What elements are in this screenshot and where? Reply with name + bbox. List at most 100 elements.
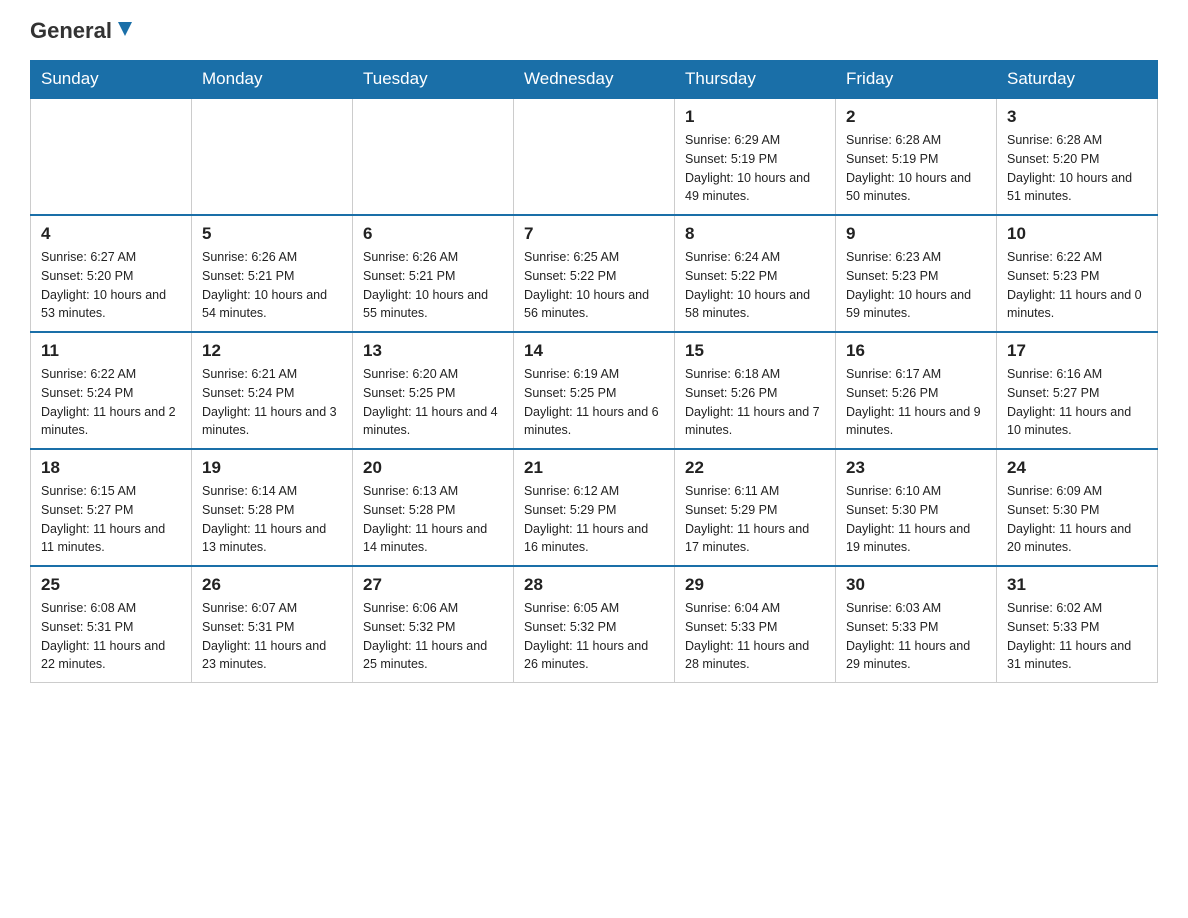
calendar-cell: 31 Sunrise: 6:02 AMSunset: 5:33 PMDayligh… (997, 566, 1158, 683)
day-number: 3 (1007, 107, 1147, 127)
day-number: 21 (524, 458, 664, 478)
calendar-cell (192, 98, 353, 215)
day-number: 8 (685, 224, 825, 244)
calendar-cell: 21Sunrise: 6:12 AMSunset: 5:29 PMDayligh… (514, 449, 675, 566)
day-info: Sunrise: 6:08 AMSunset: 5:31 PMDaylight:… (41, 599, 181, 674)
day-info: Sunrise: 6:29 AMSunset: 5:19 PMDaylight:… (685, 131, 825, 206)
logo-arrow-icon (114, 18, 136, 40)
day-info: Sunrise: 6:18 AMSunset: 5:26 PMDaylight:… (685, 365, 825, 440)
day-number: 30 (846, 575, 986, 595)
day-number: 12 (202, 341, 342, 361)
day-info: Sunrise: 6:10 AMSunset: 5:30 PMDaylight:… (846, 482, 986, 557)
calendar-cell: 24Sunrise: 6:09 AMSunset: 5:30 PMDayligh… (997, 449, 1158, 566)
day-number: 6 (363, 224, 503, 244)
calendar-cell: 6Sunrise: 6:26 AMSunset: 5:21 PMDaylight… (353, 215, 514, 332)
calendar-cell: 27 Sunrise: 6:06 AMSunset: 5:32 PMDayligh… (353, 566, 514, 683)
day-number: 2 (846, 107, 986, 127)
day-info: Sunrise: 6:02 AMSunset: 5:33 PMDaylight:… (1007, 599, 1147, 674)
day-info: Sunrise: 6:20 AMSunset: 5:25 PMDaylight:… (363, 365, 503, 440)
calendar-cell (514, 98, 675, 215)
calendar-cell: 18Sunrise: 6:15 AMSunset: 5:27 PMDayligh… (31, 449, 192, 566)
day-number: 7 (524, 224, 664, 244)
day-info: Sunrise: 6:25 AMSunset: 5:22 PMDaylight:… (524, 248, 664, 323)
calendar-cell: 22 Sunrise: 6:11 AMSunset: 5:29 PMDayligh… (675, 449, 836, 566)
day-number: 27 (363, 575, 503, 595)
day-info: Sunrise: 6:14 AMSunset: 5:28 PMDaylight:… (202, 482, 342, 557)
calendar-cell: 8 Sunrise: 6:24 AMSunset: 5:22 PMDaylight… (675, 215, 836, 332)
day-number: 13 (363, 341, 503, 361)
day-number: 22 (685, 458, 825, 478)
day-info: Sunrise: 6:19 AMSunset: 5:25 PMDaylight:… (524, 365, 664, 440)
calendar-week-row: 1Sunrise: 6:29 AMSunset: 5:19 PMDaylight… (31, 98, 1158, 215)
calendar-cell (31, 98, 192, 215)
day-number: 31 (1007, 575, 1147, 595)
day-number: 14 (524, 341, 664, 361)
day-info: Sunrise: 6:24 AMSunset: 5:22 PMDaylight:… (685, 248, 825, 323)
day-info: Sunrise: 6:05 AMSunset: 5:32 PMDaylight:… (524, 599, 664, 674)
day-info: Sunrise: 6:28 AMSunset: 5:20 PMDaylight:… (1007, 131, 1147, 206)
day-of-week-header: Saturday (997, 61, 1158, 99)
day-number: 26 (202, 575, 342, 595)
calendar-week-row: 18Sunrise: 6:15 AMSunset: 5:27 PMDayligh… (31, 449, 1158, 566)
day-number: 29 (685, 575, 825, 595)
calendar-cell: 19 Sunrise: 6:14 AMSunset: 5:28 PMDayligh… (192, 449, 353, 566)
calendar-cell: 5 Sunrise: 6:26 AMSunset: 5:21 PMDaylight… (192, 215, 353, 332)
calendar-cell (353, 98, 514, 215)
calendar-cell: 30 Sunrise: 6:03 AMSunset: 5:33 PMDayligh… (836, 566, 997, 683)
calendar-cell: 2 Sunrise: 6:28 AMSunset: 5:19 PMDaylight… (836, 98, 997, 215)
calendar-table: SundayMondayTuesdayWednesdayThursdayFrid… (30, 60, 1158, 683)
calendar-week-row: 11Sunrise: 6:22 AMSunset: 5:24 PMDayligh… (31, 332, 1158, 449)
day-info: Sunrise: 6:22 AMSunset: 5:23 PMDaylight:… (1007, 248, 1147, 323)
day-info: Sunrise: 6:04 AMSunset: 5:33 PMDaylight:… (685, 599, 825, 674)
day-info: Sunrise: 6:21 AMSunset: 5:24 PMDaylight:… (202, 365, 342, 440)
logo-text-general: General (30, 20, 112, 42)
calendar-cell: 10 Sunrise: 6:22 AMSunset: 5:23 PMDayligh… (997, 215, 1158, 332)
day-number: 20 (363, 458, 503, 478)
day-of-week-header: Monday (192, 61, 353, 99)
logo: General (30, 20, 136, 40)
calendar-cell: 23 Sunrise: 6:10 AMSunset: 5:30 PMDayligh… (836, 449, 997, 566)
calendar-cell: 1Sunrise: 6:29 AMSunset: 5:19 PMDaylight… (675, 98, 836, 215)
calendar-cell: 16 Sunrise: 6:17 AMSunset: 5:26 PMDayligh… (836, 332, 997, 449)
day-number: 18 (41, 458, 181, 478)
calendar-week-row: 4 Sunrise: 6:27 AMSunset: 5:20 PMDaylight… (31, 215, 1158, 332)
day-number: 19 (202, 458, 342, 478)
day-of-week-header: Tuesday (353, 61, 514, 99)
calendar-header-row: SundayMondayTuesdayWednesdayThursdayFrid… (31, 61, 1158, 99)
day-number: 25 (41, 575, 181, 595)
calendar-cell: 14 Sunrise: 6:19 AMSunset: 5:25 PMDayligh… (514, 332, 675, 449)
day-number: 4 (41, 224, 181, 244)
day-info: Sunrise: 6:26 AMSunset: 5:21 PMDaylight:… (202, 248, 342, 323)
day-info: Sunrise: 6:23 AMSunset: 5:23 PMDaylight:… (846, 248, 986, 323)
day-number: 16 (846, 341, 986, 361)
day-info: Sunrise: 6:17 AMSunset: 5:26 PMDaylight:… (846, 365, 986, 440)
day-of-week-header: Friday (836, 61, 997, 99)
day-info: Sunrise: 6:28 AMSunset: 5:19 PMDaylight:… (846, 131, 986, 206)
calendar-cell: 20 Sunrise: 6:13 AMSunset: 5:28 PMDayligh… (353, 449, 514, 566)
day-number: 5 (202, 224, 342, 244)
calendar-week-row: 25 Sunrise: 6:08 AMSunset: 5:31 PMDayligh… (31, 566, 1158, 683)
calendar-cell: 9Sunrise: 6:23 AMSunset: 5:23 PMDaylight… (836, 215, 997, 332)
calendar-cell: 25 Sunrise: 6:08 AMSunset: 5:31 PMDayligh… (31, 566, 192, 683)
day-info: Sunrise: 6:27 AMSunset: 5:20 PMDaylight:… (41, 248, 181, 323)
calendar-cell: 17Sunrise: 6:16 AMSunset: 5:27 PMDayligh… (997, 332, 1158, 449)
page-header: General (30, 20, 1158, 40)
day-number: 23 (846, 458, 986, 478)
day-of-week-header: Sunday (31, 61, 192, 99)
day-info: Sunrise: 6:09 AMSunset: 5:30 PMDaylight:… (1007, 482, 1147, 557)
day-info: Sunrise: 6:13 AMSunset: 5:28 PMDaylight:… (363, 482, 503, 557)
day-number: 28 (524, 575, 664, 595)
day-info: Sunrise: 6:16 AMSunset: 5:27 PMDaylight:… (1007, 365, 1147, 440)
day-number: 15 (685, 341, 825, 361)
calendar-cell: 26Sunrise: 6:07 AMSunset: 5:31 PMDayligh… (192, 566, 353, 683)
day-number: 10 (1007, 224, 1147, 244)
calendar-cell: 11Sunrise: 6:22 AMSunset: 5:24 PMDayligh… (31, 332, 192, 449)
calendar-cell: 28 Sunrise: 6:05 AMSunset: 5:32 PMDayligh… (514, 566, 675, 683)
day-info: Sunrise: 6:06 AMSunset: 5:32 PMDaylight:… (363, 599, 503, 674)
day-info: Sunrise: 6:11 AMSunset: 5:29 PMDaylight:… (685, 482, 825, 557)
day-number: 11 (41, 341, 181, 361)
calendar-cell: 29 Sunrise: 6:04 AMSunset: 5:33 PMDayligh… (675, 566, 836, 683)
day-info: Sunrise: 6:03 AMSunset: 5:33 PMDaylight:… (846, 599, 986, 674)
calendar-cell: 15 Sunrise: 6:18 AMSunset: 5:26 PMDayligh… (675, 332, 836, 449)
calendar-cell: 4 Sunrise: 6:27 AMSunset: 5:20 PMDaylight… (31, 215, 192, 332)
